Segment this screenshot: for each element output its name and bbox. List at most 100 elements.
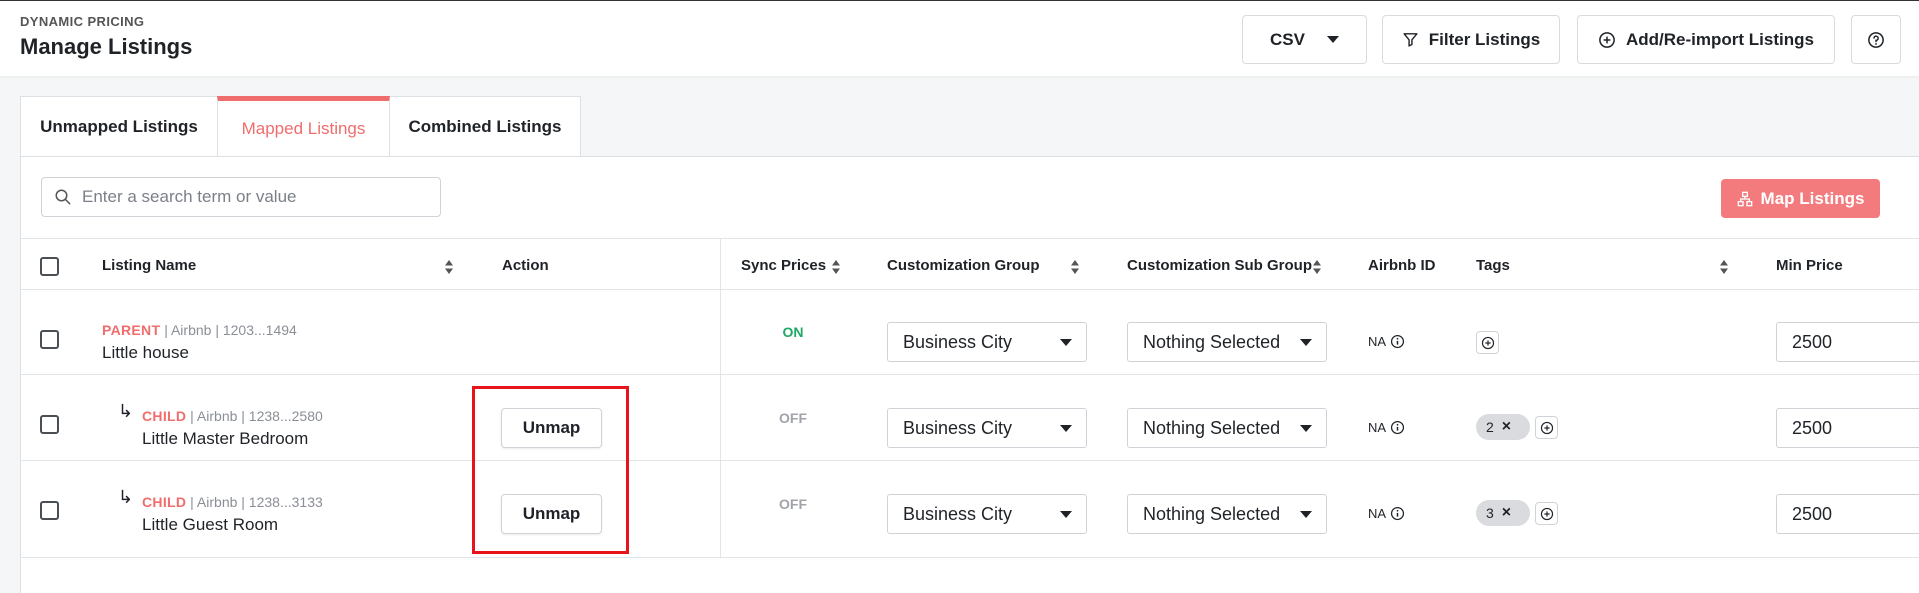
customization-group-value: Business City: [903, 503, 1013, 524]
row-divider: [21, 460, 1919, 461]
unmap-button[interactable]: Unmap: [501, 408, 602, 448]
sort-icon[interactable]: [1312, 259, 1322, 275]
customization-group-select[interactable]: Business City: [887, 494, 1087, 534]
row-divider: [21, 374, 1919, 375]
column-divider: [720, 238, 721, 558]
min-price-input[interactable]: 2500: [1776, 322, 1919, 362]
filter-listings-button[interactable]: Filter Listings: [1382, 15, 1560, 64]
close-icon[interactable]: ×: [1502, 418, 1511, 436]
row-divider: [21, 557, 1919, 558]
listing-role: PARENT: [102, 322, 161, 338]
page-title: Manage Listings: [20, 34, 193, 59]
csv-dropdown-button[interactable]: CSV: [1242, 15, 1367, 64]
customization-sub-group-select[interactable]: Nothing Selected: [1127, 494, 1327, 534]
tab-unmapped-listings[interactable]: Unmapped Listings: [20, 96, 218, 157]
customization-group-select[interactable]: Business City: [887, 322, 1087, 362]
column-header-customization-group[interactable]: Customization Group: [887, 257, 1040, 274]
listing-meta: CHILD | Airbnb | 1238...3133: [142, 494, 323, 510]
listing-name: Little Guest Room: [142, 515, 279, 534]
column-header-action: Action: [502, 257, 549, 274]
search-box[interactable]: [41, 177, 441, 217]
customization-group-select[interactable]: Business City: [887, 408, 1087, 448]
tag-chip[interactable]: 2 ×: [1476, 414, 1530, 440]
hierarchy-icon: [1737, 191, 1752, 206]
listing-name: Little house: [102, 343, 189, 362]
plus-circle-icon: [1540, 421, 1553, 434]
column-header-min-price: Min Price: [1776, 257, 1843, 274]
sync-status[interactable]: OFF: [763, 410, 823, 426]
listings-panel: Map Listings Listing Name Action Sync Pr…: [20, 156, 1919, 593]
column-header-airbnb-id: Airbnb ID: [1368, 257, 1436, 274]
listing-source-id: | Airbnb | 1238...2580: [186, 408, 323, 424]
column-header-customization-sub-group[interactable]: Customization Sub Group: [1127, 257, 1312, 274]
tab-combined-listings[interactable]: Combined Listings: [389, 96, 581, 157]
airbnb-id: NA: [1368, 420, 1405, 435]
caret-down-icon: [1060, 339, 1072, 346]
info-icon[interactable]: [1390, 334, 1405, 349]
row-checkbox[interactable]: [40, 330, 59, 349]
row-checkbox[interactable]: [40, 501, 59, 520]
search-icon: [55, 189, 71, 205]
info-icon[interactable]: [1390, 506, 1405, 521]
csv-label: CSV: [1270, 29, 1305, 49]
add-tag-button[interactable]: [1535, 502, 1558, 525]
add-tag-button[interactable]: [1535, 416, 1558, 439]
search-input[interactable]: [82, 187, 422, 207]
tag-chip[interactable]: 3 ×: [1476, 500, 1530, 526]
close-icon[interactable]: ×: [1502, 504, 1511, 522]
listing-role: CHILD: [142, 408, 187, 424]
airbnb-id: NA: [1368, 334, 1405, 349]
airbnb-id-value: NA: [1368, 506, 1387, 521]
min-price-input[interactable]: 2500: [1776, 494, 1919, 534]
sort-icon[interactable]: [1070, 259, 1080, 275]
airbnb-id: NA: [1368, 506, 1405, 521]
filter-icon: [1403, 33, 1418, 47]
breadcrumb: DYNAMIC PRICING: [20, 14, 145, 29]
table-header-bottom-border: [21, 289, 1919, 290]
plus-circle-icon: [1481, 336, 1494, 349]
caret-down-icon: [1326, 35, 1339, 43]
listing-source-id: | Airbnb | 1238...3133: [186, 494, 323, 510]
sort-icon[interactable]: [444, 259, 454, 275]
listing-source-id: | Airbnb | 1203...1494: [160, 322, 297, 338]
add-tag-button[interactable]: [1476, 331, 1499, 354]
caret-down-icon: [1060, 511, 1072, 518]
table-header-top-border: [21, 238, 1919, 239]
help-button[interactable]: [1851, 15, 1901, 64]
customization-sub-group-value: Nothing Selected: [1143, 417, 1281, 438]
plus-circle-icon: [1540, 507, 1553, 520]
listing-meta: CHILD | Airbnb | 1238...2580: [142, 408, 323, 424]
child-arrow-icon: ↳: [118, 487, 134, 507]
add-reimport-listings-button[interactable]: Add/Re-import Listings: [1577, 15, 1835, 64]
caret-down-icon: [1300, 339, 1312, 346]
info-icon[interactable]: [1390, 420, 1405, 435]
customization-sub-group-value: Nothing Selected: [1143, 503, 1281, 524]
child-arrow-icon: ↳: [118, 401, 134, 421]
column-header-tags[interactable]: Tags: [1476, 257, 1510, 274]
top-bar: DYNAMIC PRICING Manage Listings CSV Filt…: [0, 0, 1919, 76]
unmap-button[interactable]: Unmap: [501, 494, 602, 534]
customization-sub-group-select[interactable]: Nothing Selected: [1127, 322, 1327, 362]
sort-icon[interactable]: [831, 259, 841, 275]
sync-status[interactable]: ON: [763, 324, 823, 340]
sort-icon[interactable]: [1719, 259, 1729, 275]
customization-sub-group-select[interactable]: Nothing Selected: [1127, 408, 1327, 448]
tab-mapped-listings[interactable]: Mapped Listings: [217, 96, 390, 157]
listing-name: Little Master Bedroom: [142, 429, 309, 448]
plus-circle-icon: [1599, 31, 1615, 48]
filter-listings-label: Filter Listings: [1428, 29, 1541, 49]
row-checkbox[interactable]: [40, 415, 59, 434]
airbnb-id-value: NA: [1368, 334, 1387, 349]
help-icon: [1868, 31, 1884, 48]
caret-down-icon: [1300, 425, 1312, 432]
airbnb-id-value: NA: [1368, 420, 1387, 435]
map-listings-button[interactable]: Map Listings: [1721, 179, 1880, 218]
tag-count: 2: [1486, 419, 1494, 435]
min-price-input[interactable]: 2500: [1776, 408, 1919, 448]
column-header-sync-prices[interactable]: Sync Prices: [741, 257, 826, 274]
column-header-listing-name[interactable]: Listing Name: [102, 257, 196, 274]
select-all-checkbox[interactable]: [40, 257, 59, 276]
map-listings-label: Map Listings: [1760, 188, 1865, 208]
sync-status[interactable]: OFF: [763, 496, 823, 512]
tag-count: 3: [1486, 505, 1494, 521]
